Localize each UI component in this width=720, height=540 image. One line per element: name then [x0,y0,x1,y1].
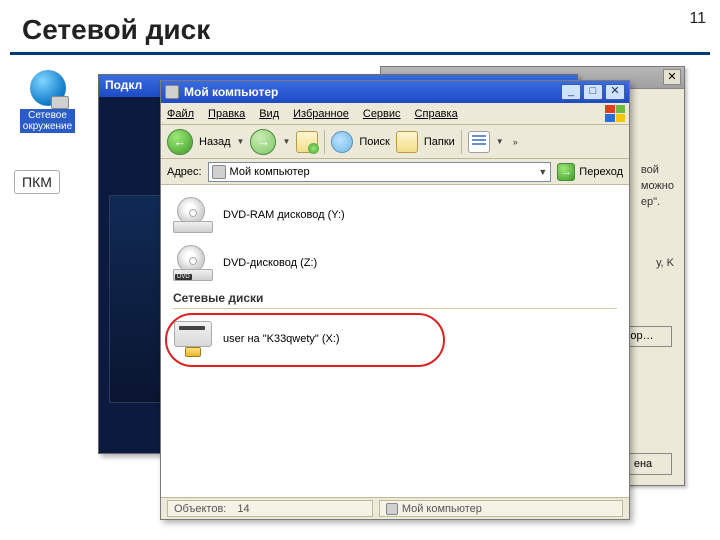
forward-button[interactable]: → [250,129,276,155]
toolbar-separator [324,130,325,154]
menu-view[interactable]: Вид [259,108,279,120]
drive-letter-fragment: у, K [656,257,674,269]
toolbar-separator [461,130,462,154]
drive-label: DVD-дисковод (Z:) [223,257,317,269]
menu-favorites[interactable]: Избранное [293,108,349,120]
window-title: Мой компьютер [184,85,559,99]
optical-drive-icon [173,197,213,233]
drive-dvd-ram[interactable]: DVD-RAM дисковод (Y:) [173,193,617,237]
address-dropdown-icon[interactable]: ▼ [538,167,547,177]
folders-icon[interactable] [396,131,418,153]
title-underline [10,52,710,55]
forward-dropdown-icon[interactable]: ▼ [282,137,290,146]
drive-label: DVD-RAM дисковод (Y:) [223,209,345,221]
address-label: Адрес: [167,166,202,178]
my-computer-icon [386,503,398,515]
slide-title: Сетевой диск [22,14,210,46]
desktop-icon-label: Сетевое окружение [20,109,75,133]
slide-number: 11 [689,10,706,28]
search-label: Поиск [359,136,389,148]
explorer-titlebar[interactable]: Мой компьютер _ □ ✕ [161,81,629,103]
status-objects: Объектов: 14 [167,500,373,517]
back-label: Назад [199,136,231,148]
globe-icon [30,70,66,106]
menu-file[interactable]: Файл [167,108,194,120]
dialog-text-fragment: вой можно ер". [641,163,674,211]
network-places-desktop-icon[interactable]: Сетевое окружение [20,70,75,133]
address-bar: Адрес: Мой компьютер ▼ Переход [161,159,629,185]
menu-help[interactable]: Справка [415,108,458,120]
views-button[interactable] [468,131,490,153]
go-icon [557,163,575,181]
go-button[interactable]: Переход [557,163,623,181]
explorer-content[interactable]: DVD-RAM дисковод (Y:) DVD DVD-дисковод (… [161,185,629,497]
menu-tools[interactable]: Сервис [363,108,401,120]
drive-dvd[interactable]: DVD DVD-дисковод (Z:) [173,241,617,285]
menu-edit[interactable]: Правка [208,108,245,120]
pkm-callout: ПКМ [14,170,60,194]
back-button[interactable]: ← [167,129,193,155]
status-location: Мой компьютер [379,500,623,517]
close-button[interactable]: ✕ [605,84,625,100]
my-computer-icon [165,85,179,99]
status-bar: Объектов: 14 Мой компьютер [161,497,629,519]
windows-flag-icon [605,105,625,122]
menubar: Файл Правка Вид Избранное Сервис Справка [161,103,629,125]
search-icon[interactable] [331,131,353,153]
maximize-button[interactable]: □ [583,84,603,100]
toolbar: ← Назад ▼ → ▼ Поиск Папки ▼ » [161,125,629,159]
my-computer-icon [212,165,226,179]
back-dropdown-icon[interactable]: ▼ [237,137,245,146]
close-button[interactable]: ✕ [663,69,681,85]
explorer-window: Мой компьютер _ □ ✕ Файл Правка Вид Избр… [160,80,630,520]
toolbar-overflow[interactable]: » [510,137,521,147]
optical-drive-icon: DVD [173,245,213,281]
address-field[interactable]: Мой компьютер ▼ [208,162,552,182]
group-network-drives: Сетевые диски [173,291,617,309]
minimize-button[interactable]: _ [561,84,581,100]
red-highlight [165,313,445,367]
address-value: Мой компьютер [230,166,310,178]
folders-label: Папки [424,136,455,148]
up-button[interactable] [296,131,318,153]
views-dropdown-icon[interactable]: ▼ [496,137,504,146]
